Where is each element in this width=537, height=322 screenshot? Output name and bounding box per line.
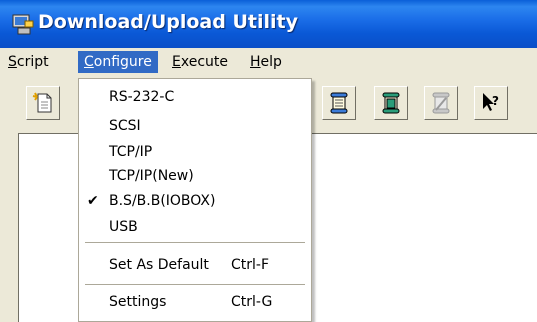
menu-help[interactable]: Help bbox=[244, 51, 288, 73]
context-help-button[interactable]: ? bbox=[474, 86, 508, 120]
shortcut-ctrl-g: Ctrl-G bbox=[231, 294, 273, 310]
menu-item-usb[interactable]: USB bbox=[109, 219, 138, 235]
upload-script-button[interactable] bbox=[374, 86, 408, 120]
new-script-button[interactable] bbox=[26, 86, 60, 120]
menu-item-rs232c[interactable]: RS-232-C bbox=[109, 89, 174, 105]
svg-text:?: ? bbox=[492, 94, 499, 108]
checkmark-icon: ✔ bbox=[87, 193, 99, 209]
new-script-icon bbox=[32, 92, 52, 113]
scroll-disabled-icon bbox=[432, 92, 450, 114]
title-bar[interactable]: Download/Upload Utility bbox=[0, 0, 537, 48]
compare-script-button[interactable] bbox=[424, 86, 458, 120]
menu-separator bbox=[85, 242, 305, 243]
help-cursor-icon: ? bbox=[483, 93, 499, 111]
menu-item-set-as-default[interactable]: Set As Default bbox=[109, 257, 209, 273]
shortcut-ctrl-f: Ctrl-F bbox=[231, 257, 270, 273]
menu-bar: Script Configure Execute Help bbox=[0, 48, 537, 78]
window-title: Download/Upload Utility bbox=[38, 11, 298, 33]
menu-item-bsbb-iobox[interactable]: B.S/B.B(IOBOX) bbox=[109, 193, 215, 209]
configure-menu-dropdown: RS-232-C SCSI TCP/IP TCP/IP(New) ✔ B.S/B… bbox=[78, 78, 312, 322]
menu-script[interactable]: Script bbox=[2, 51, 55, 73]
menu-separator bbox=[85, 284, 305, 285]
scroll-icon bbox=[330, 92, 348, 114]
menu-item-settings[interactable]: Settings bbox=[109, 294, 166, 310]
download-script-button[interactable] bbox=[322, 86, 356, 120]
menu-item-tcpip-new[interactable]: TCP/IP(New) bbox=[109, 168, 194, 184]
computer-icon bbox=[12, 13, 34, 35]
left-border bbox=[0, 133, 18, 322]
menu-item-tcpip[interactable]: TCP/IP bbox=[109, 144, 152, 160]
menu-execute[interactable]: Execute bbox=[166, 51, 234, 73]
menu-item-scsi[interactable]: SCSI bbox=[109, 118, 141, 134]
application-window: Download/Upload Utility Script Configure… bbox=[0, 0, 537, 322]
scroll-icon bbox=[382, 92, 400, 114]
menu-configure[interactable]: Configure bbox=[78, 51, 158, 73]
